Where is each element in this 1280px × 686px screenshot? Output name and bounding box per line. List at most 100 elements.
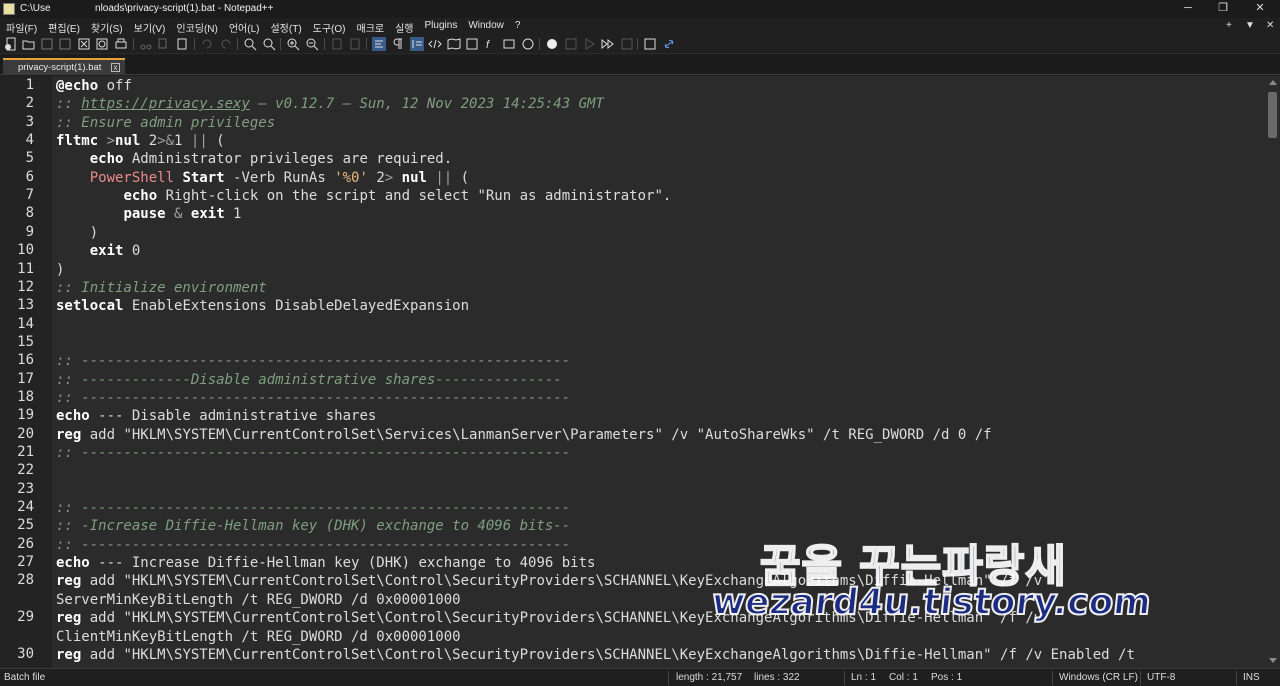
- close-icon[interactable]: [77, 37, 91, 51]
- stop-macro-icon[interactable]: [564, 37, 578, 51]
- function-list-icon[interactable]: f: [484, 37, 498, 51]
- indent-guide-icon[interactable]: [410, 37, 424, 51]
- undo-icon[interactable]: [200, 37, 214, 51]
- code-token: echo: [56, 555, 90, 572]
- open-file-icon[interactable]: [22, 37, 36, 51]
- vertical-scrollbar[interactable]: [1265, 76, 1280, 668]
- code-line[interactable]: :: -------------------------------------…: [56, 444, 570, 462]
- scroll-thumb[interactable]: [1268, 92, 1277, 138]
- code-line[interactable]: :: -------------Disable administrative s…: [56, 371, 562, 389]
- code-line[interactable]: exit 0: [56, 242, 141, 260]
- editor[interactable]: 1 2 3 4 5 6 7 8 9 10 11 12 13 14 15 16 17 18 19 20 21 22 23 24 2…: [0, 76, 1280, 668]
- toolbar-separator: [324, 38, 325, 50]
- code-line[interactable]: PowerShell Start -Verb RunAs '%0' 2> nul…: [56, 169, 469, 187]
- replace-icon[interactable]: [262, 37, 276, 51]
- code-line[interactable]: :: -------------------------------------…: [56, 389, 570, 407]
- menu-close-doc-button[interactable]: ✕: [1266, 20, 1274, 31]
- menu-item-6[interactable]: 설정(T): [270, 20, 301, 35]
- menu-item-2[interactable]: 찾기(S): [91, 20, 123, 35]
- print-icon[interactable]: [114, 37, 128, 51]
- doc-map-icon[interactable]: [447, 37, 461, 51]
- zoom-out-icon[interactable]: [305, 37, 319, 51]
- save-macro-icon[interactable]: [620, 37, 634, 51]
- minimize-button[interactable]: ─: [1170, 0, 1206, 18]
- monitoring-icon[interactable]: [521, 37, 535, 51]
- code-line[interactable]: reg add "HKLM\SYSTEM\CurrentControlSet\C…: [56, 609, 1042, 627]
- menu-item-5[interactable]: 언어(L): [229, 20, 260, 35]
- tab-close-icon[interactable]: x: [111, 63, 120, 72]
- code-line[interactable]: :: -------------------------------------…: [56, 536, 570, 554]
- code-line[interactable]: :: Initialize environment: [56, 279, 267, 297]
- word-wrap-icon[interactable]: [372, 37, 386, 51]
- line-number: 18: [17, 388, 34, 405]
- code-line[interactable]: reg add "HKLM\SYSTEM\CurrentControlSet\C…: [56, 572, 1042, 590]
- code-line[interactable]: ServerMinKeyBitLength /t REG_DWORD /d 0x…: [56, 591, 461, 609]
- record-macro-icon[interactable]: [545, 37, 559, 51]
- code-line[interactable]: reg add "HKLM\SYSTEM\CurrentControlSet\C…: [56, 646, 1135, 664]
- close-window-button[interactable]: ✕: [1242, 0, 1278, 18]
- code-line[interactable]: ): [56, 224, 98, 242]
- save-icon[interactable]: [40, 37, 54, 51]
- paste-icon[interactable]: [175, 37, 189, 51]
- code-area[interactable]: @echo off:: https://privacy.sexy — v0.12…: [53, 76, 1263, 668]
- cut-icon[interactable]: [139, 37, 153, 51]
- menu-item-7[interactable]: 도구(O): [313, 20, 346, 35]
- scroll-down-icon[interactable]: [1269, 658, 1277, 663]
- menu-item-1[interactable]: 편집(E): [48, 20, 80, 35]
- copy-icon[interactable]: [157, 37, 171, 51]
- line-number: 22: [17, 462, 34, 479]
- spell-check-icon[interactable]: [643, 37, 657, 51]
- code-line[interactable]: echo --- Increase Diffie-Hellman key (DH…: [56, 554, 595, 572]
- doc-list-icon[interactable]: [465, 37, 479, 51]
- code-line[interactable]: :: https://privacy.sexy — v0.12.7 — Sun,…: [56, 95, 604, 113]
- save-all-icon[interactable]: [58, 37, 72, 51]
- tab-privacy-script[interactable]: privacy-script(1).bat x: [3, 58, 125, 75]
- code-line[interactable]: echo Administrator privileges are requir…: [56, 150, 452, 168]
- code-line[interactable]: :: -------------------------------------…: [56, 499, 570, 517]
- scroll-up-icon[interactable]: [1269, 80, 1277, 85]
- maximize-button[interactable]: ❐: [1205, 0, 1241, 18]
- code-line[interactable]: setlocal EnableExtensions DisableDelayed…: [56, 297, 469, 315]
- code-line[interactable]: @echo off: [56, 77, 132, 95]
- redo-icon[interactable]: [219, 37, 233, 51]
- code-line[interactable]: ): [56, 261, 64, 279]
- menu-dropdown-button[interactable]: ▼: [1245, 20, 1255, 31]
- show-all-chars-icon[interactable]: [391, 37, 405, 51]
- code-line[interactable]: echo Right-click on the script and selec…: [56, 187, 671, 205]
- menu-item-0[interactable]: 파일(F): [6, 20, 37, 35]
- lang-xml-icon[interactable]: [428, 37, 442, 51]
- find-icon[interactable]: [243, 37, 257, 51]
- code-token: >: [384, 169, 394, 186]
- menu-item-10[interactable]: Plugins: [425, 20, 458, 35]
- code-token: reg: [56, 610, 82, 627]
- notepadpp-app-icon[interactable]: [3, 3, 15, 15]
- menu-item-4[interactable]: 인코딩(N): [176, 20, 217, 35]
- menu-item-8[interactable]: 매크로: [357, 20, 385, 35]
- line-number: 15: [17, 333, 34, 350]
- code-token: echo: [56, 408, 90, 425]
- run-multiple-macro-icon[interactable]: [601, 37, 615, 51]
- folder-workspace-icon[interactable]: [502, 37, 516, 51]
- code-line[interactable]: :: Ensure admin privileges: [56, 114, 275, 132]
- menu-plus-button[interactable]: +: [1226, 20, 1232, 31]
- play-macro-icon[interactable]: [583, 37, 597, 51]
- code-token: '%0': [334, 169, 368, 186]
- line-number: 1: [25, 77, 34, 93]
- close-all-icon[interactable]: [95, 37, 109, 51]
- sync-v-icon[interactable]: [330, 37, 344, 51]
- code-line[interactable]: reg add "HKLM\SYSTEM\CurrentControlSet\S…: [56, 426, 992, 444]
- menu-item-11[interactable]: Window: [468, 20, 504, 35]
- menu-item-3[interactable]: 보기(V): [134, 20, 166, 35]
- code-line[interactable]: ClientMinKeyBitLength /t REG_DWORD /d 0x…: [56, 628, 461, 646]
- code-line[interactable]: :: -Increase Diffie-Hellman key (DHK) ex…: [56, 517, 570, 535]
- zoom-in-icon[interactable]: [286, 37, 300, 51]
- code-line[interactable]: pause & exit 1: [56, 205, 241, 223]
- sync-h-icon[interactable]: [348, 37, 362, 51]
- menu-item-9[interactable]: 실행: [395, 20, 413, 35]
- code-line[interactable]: fltmc >nul 2>&1 || (: [56, 132, 225, 150]
- code-line[interactable]: :: -------------------------------------…: [56, 352, 570, 370]
- code-line[interactable]: echo --- Disable administrative shares: [56, 407, 376, 425]
- menu-item-12[interactable]: ?: [515, 20, 521, 35]
- new-file-icon[interactable]: [4, 37, 18, 51]
- link-icon[interactable]: [662, 37, 676, 51]
